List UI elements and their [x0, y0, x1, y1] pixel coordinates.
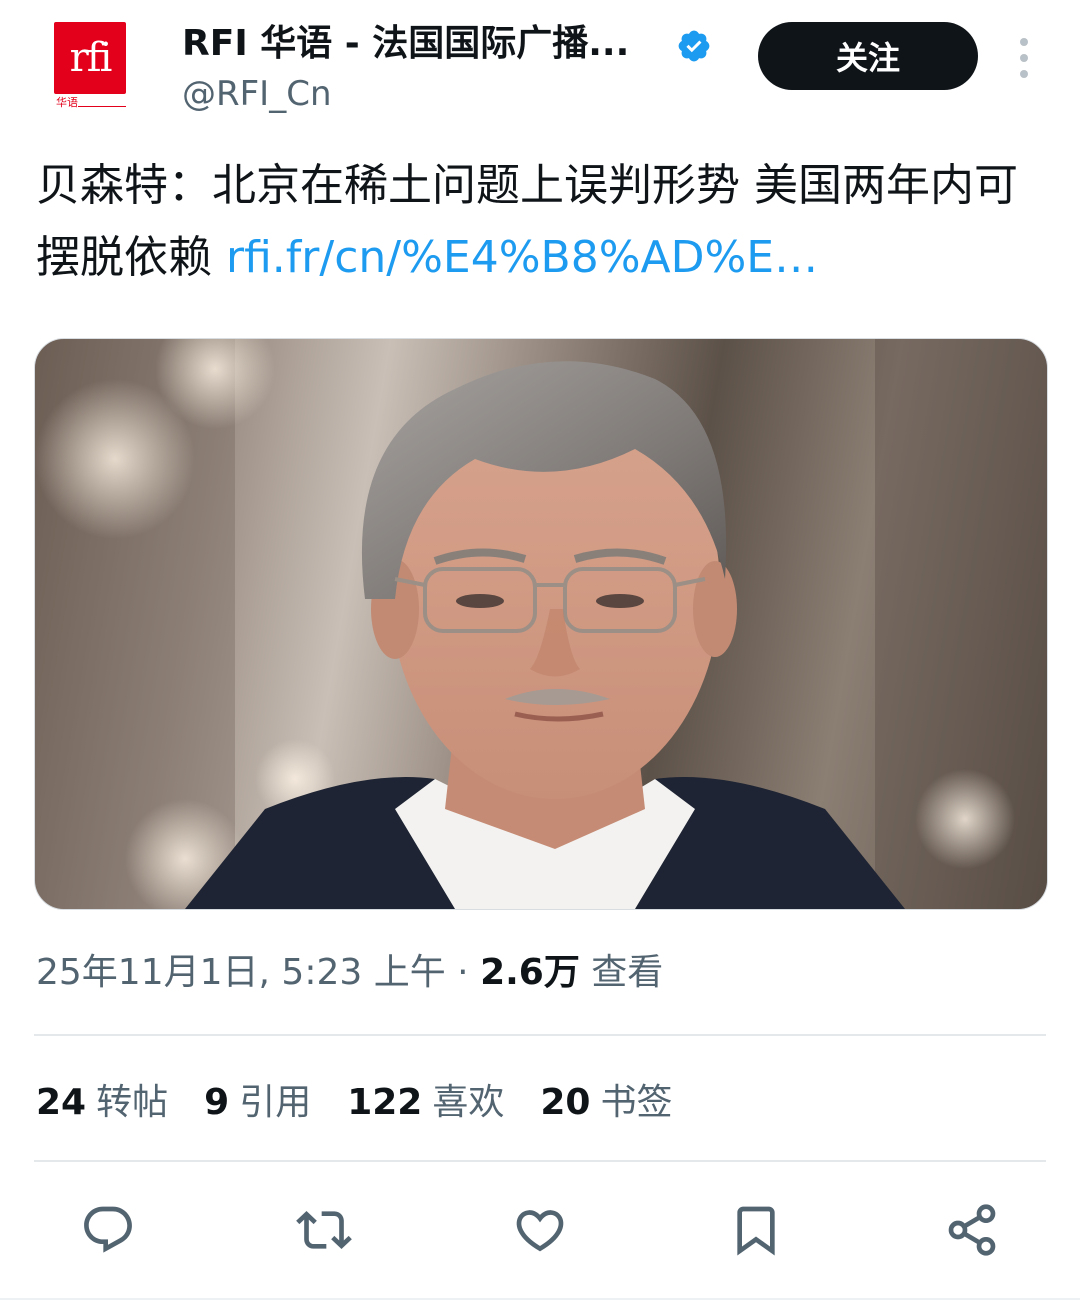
views-label: 查看	[591, 952, 664, 993]
meta-separator: ·	[457, 952, 469, 993]
rfi-logo-text: rfi	[69, 35, 113, 81]
reply-button[interactable]	[76, 1194, 140, 1266]
verified-badge-icon	[678, 30, 710, 62]
display-name[interactable]: RFI 华语 - 法国国际广播...	[182, 22, 629, 66]
engagement-stats: 24 转帖 9 引用 122 喜欢 20 书签	[36, 1076, 673, 1130]
portrait-illustration	[35, 339, 1047, 909]
divider	[34, 1034, 1046, 1036]
tweet-text: 贝森特：北京在稀土问题上误判形势 美国两年内可摆脱依赖 rfi.fr/cn/%E…	[36, 150, 1046, 294]
bookmark-button[interactable]	[724, 1194, 788, 1266]
stat-label: 转帖	[96, 1082, 169, 1123]
bookmark-icon	[737, 1206, 775, 1256]
like-icon	[516, 1210, 564, 1252]
avatar[interactable]: rfi 华语	[52, 22, 128, 112]
bottom-divider	[0, 1298, 1080, 1300]
tweet-link[interactable]: rfi.fr/cn/%E4%B8%AD%E…	[226, 232, 818, 283]
action-bar	[0, 1194, 1080, 1266]
avatar-divider	[78, 106, 126, 107]
repost-icon	[296, 1211, 352, 1249]
stat-quotes[interactable]: 9 引用	[204, 1076, 311, 1130]
user-handle[interactable]: @RFI_Cn	[182, 72, 332, 116]
views-count: 2.6万	[480, 952, 580, 993]
like-button[interactable]	[508, 1194, 572, 1266]
repost-button[interactable]	[292, 1194, 356, 1266]
avatar-subtitle: 华语	[56, 96, 78, 109]
stat-count: 20	[540, 1082, 591, 1123]
stat-count: 9	[204, 1082, 230, 1123]
stat-bookmarks[interactable]: 20 书签	[540, 1076, 672, 1130]
more-vertical-icon[interactable]	[1008, 38, 1040, 78]
stat-label: 喜欢	[432, 1082, 505, 1123]
stat-count: 122	[347, 1082, 423, 1123]
stat-reposts[interactable]: 24 转帖	[36, 1076, 168, 1130]
divider	[34, 1160, 1046, 1162]
rfi-logo: rfi	[54, 22, 126, 94]
share-icon	[948, 1204, 996, 1256]
stat-likes[interactable]: 122 喜欢	[347, 1076, 504, 1130]
share-button[interactable]	[940, 1194, 1004, 1266]
stat-label: 引用	[239, 1082, 312, 1123]
stat-count: 24	[36, 1082, 87, 1123]
follow-button[interactable]: 关注	[758, 22, 978, 90]
tweet-meta: 25年11月1日, 5:23 上午 · 2.6万 查看	[36, 946, 663, 1000]
reply-icon	[84, 1206, 132, 1253]
stat-label: 书签	[600, 1082, 673, 1123]
timestamp[interactable]: 25年11月1日, 5:23 上午	[36, 952, 446, 993]
tweet-photo[interactable]	[34, 338, 1048, 910]
